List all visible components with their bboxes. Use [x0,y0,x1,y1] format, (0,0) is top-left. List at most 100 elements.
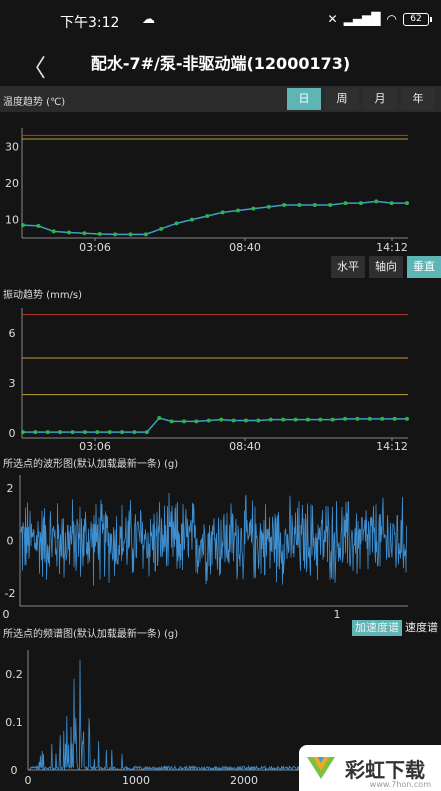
x-tick: 1000 [122,774,150,787]
x-tick: 2000 [230,774,258,787]
temperature-point [36,223,41,228]
x-tick: 14:12 [376,440,408,453]
vibration-point [144,430,149,435]
temperature-point [21,223,25,228]
x-tick: 0 [25,774,32,787]
vibration-point [343,416,348,421]
vib-title: 振动趋势 (mm/s) [3,290,83,301]
y-tick: 3 [9,377,16,390]
temperature-point [51,229,56,234]
cloud-icon: ☁ [142,12,155,27]
vibration-point [268,417,273,422]
temperature-point [405,201,409,206]
temperature-series-line [22,200,407,236]
vibration-point [58,430,63,435]
header: 〈 配水-7#/泵-非驱动端(12000173) [0,40,441,82]
vibration-point [132,430,137,435]
waveform-chart: 2 0 -2 0 1 [3,475,408,621]
y-tick: 0.1 [5,716,23,729]
x-tick: 08:40 [229,241,261,254]
y-tick: 20 [5,177,19,190]
temp-title: 温度趋势 (℃) [3,97,66,108]
temperature-point [189,217,194,222]
y-tick: 6 [9,327,16,340]
y-tick: 30 [5,140,19,153]
status-time: 下午3:12 [60,15,120,31]
vibration-point [355,416,360,421]
spectrum-title: 所选点的频谱图(默认加载最新一条) (g) [3,629,179,640]
y-tick: 2 [7,482,14,495]
tab-period-周[interactable]: 周 [325,88,359,110]
temperature-point [328,203,333,207]
vibration-point [330,417,335,422]
mute-icon: ✕ [327,12,338,26]
vibration-point [318,417,323,422]
vibration-point [231,418,236,423]
temperature-point [358,201,363,206]
tab-spectrum-速度谱[interactable]: 速度谱 [402,620,441,636]
vibration-point [380,416,385,421]
rainbow-logo-icon [303,753,339,783]
temperature-point [82,231,87,236]
temp-bar: 温度趋势 (℃) 日周月年 [0,86,441,112]
temperature-point [128,232,133,237]
x-tick: 0 [3,608,10,621]
temperature-chart: 30 20 10 03:06 08:40 14:12 [5,128,409,254]
vibration-point [367,416,372,421]
vibration-point [194,419,199,424]
y-tick: 0 [11,764,18,777]
x-tick: 08:40 [229,440,261,453]
vibration-point [21,430,25,435]
vibration-chart: 6 3 0 03:06 08:40 14:12 [9,308,409,453]
vibration-point [243,418,248,423]
waveform-series-line [20,492,407,586]
y-tick: 0 [9,427,16,440]
vibration-point [182,419,187,424]
vibration-point [82,430,87,435]
vibration-point [405,416,409,421]
temperature-point [113,232,118,237]
vibration-point [219,417,224,422]
tab-axis-水平[interactable]: 水平 [331,256,365,278]
temperature-point [174,221,179,226]
watermark: 彩虹下载 www.7hon.com [299,745,441,791]
vibration-point [45,430,50,435]
vibration-point [70,430,75,435]
temperature-point [374,199,379,204]
vibration-point [293,417,298,422]
temperature-point [266,204,271,209]
temperature-point [282,203,287,207]
y-tick: 0.2 [5,668,23,681]
x-tick: 03:06 [79,241,111,254]
period-selector: 日周月年 [283,88,435,110]
vibration-point [281,417,286,422]
vibration-series-line [23,417,407,433]
tab-axis-垂直[interactable]: 垂直 [407,256,441,278]
battery-icon: 62 [403,12,432,26]
vibration-point [95,430,100,435]
status-bar: 下午3:12 ☁ ✕ ▂▄▆█ ◠ 62 [0,0,441,40]
temperature-point [97,231,102,236]
signal-icon: ▂▄▆█ [343,12,381,26]
tab-period-年[interactable]: 年 [401,88,435,110]
wifi-icon: ◠ [386,12,397,26]
temperature-point [389,201,394,206]
x-tick: 03:06 [79,440,111,453]
watermark-url: www.7hon.com [369,780,431,789]
vibration-point [120,430,125,435]
tab-axis-轴向[interactable]: 轴向 [369,256,403,278]
temperature-point [67,230,72,235]
watermark-text: 彩虹下载 [345,757,425,782]
tab-spectrum-加速度谱[interactable]: 加速度谱 [352,620,402,636]
vibration-point [157,416,162,420]
x-tick: 14:12 [376,241,408,254]
axis-selector: 水平 轴向 垂直 [327,256,441,278]
vibration-point [305,417,310,422]
tab-period-月[interactable]: 月 [363,88,397,110]
vibration-point [392,416,397,421]
temperature-point [205,214,210,218]
temperature-point [251,206,256,211]
temperature-point [297,203,302,207]
tab-period-日[interactable]: 日 [287,88,321,110]
vibration-point [33,430,38,435]
